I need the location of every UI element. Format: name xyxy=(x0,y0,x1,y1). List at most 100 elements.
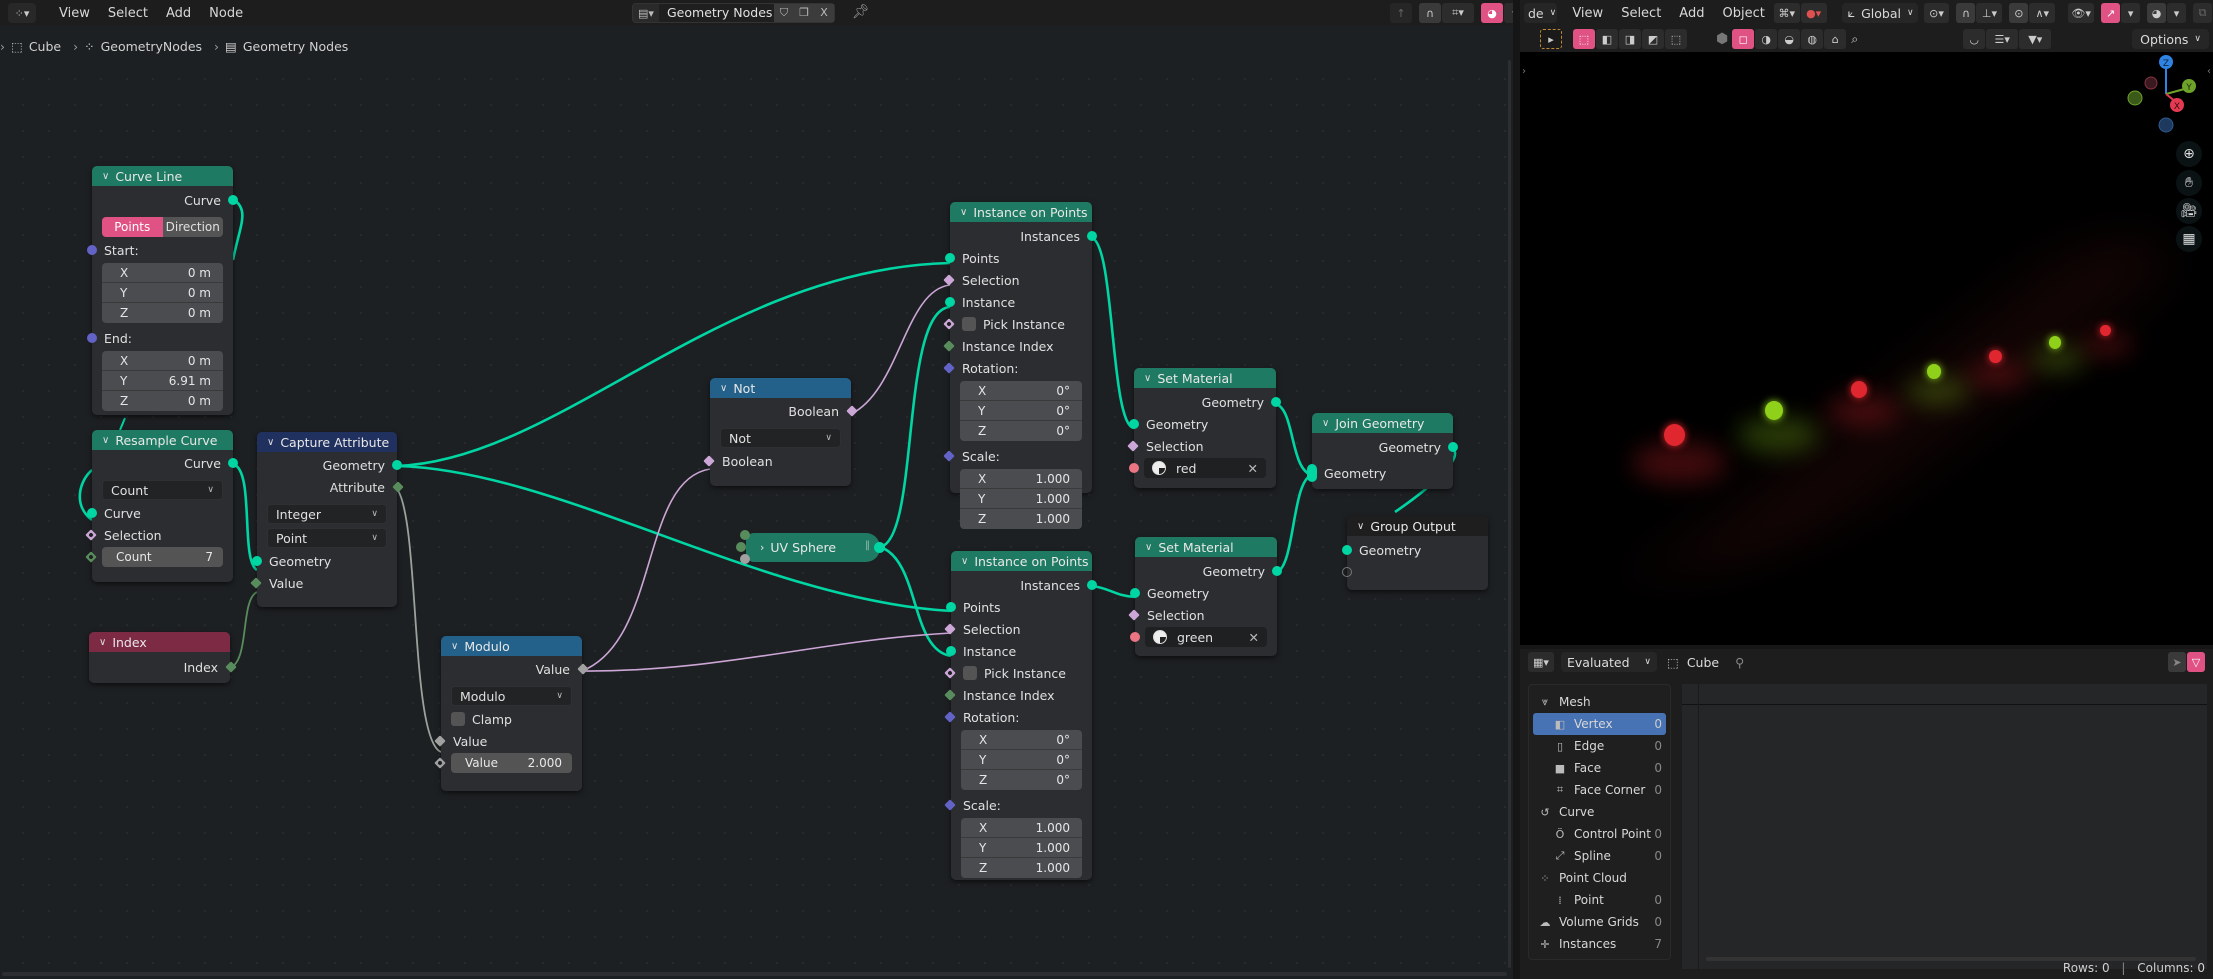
pick-instance-checkbox[interactable] xyxy=(962,317,976,331)
shield-icon[interactable]: ⛉ xyxy=(774,4,794,22)
vertical-scrollbar[interactable] xyxy=(1508,60,1511,968)
end-y-field[interactable]: Y 6.91 m xyxy=(102,371,223,391)
start-y-field[interactable]: Y0 m xyxy=(102,283,223,303)
select-new-icon[interactable]: ⬚ xyxy=(1573,29,1595,49)
start-z-field[interactable]: Z0 m xyxy=(102,303,223,323)
snap-icon[interactable]: ∩ xyxy=(1956,3,1976,23)
output-geometry-socket[interactable] xyxy=(392,460,402,470)
domain-item-face[interactable]: ■ Face 0 xyxy=(1529,757,1670,779)
viewport-search-input[interactable]: ⌕ xyxy=(1847,29,1958,49)
output-geometry-socket[interactable] xyxy=(1272,566,1282,576)
collapse-chevron-icon[interactable]: ∨ xyxy=(102,435,109,446)
clear-material-icon[interactable]: ✕ xyxy=(1248,461,1258,476)
node-header[interactable]: ∨ Not xyxy=(710,378,851,398)
output-mesh-socket[interactable] xyxy=(874,542,885,553)
input-segments-socket[interactable] xyxy=(740,530,750,540)
rotation-x-field[interactable]: X 0° xyxy=(960,381,1082,401)
collapse-chevron-icon[interactable]: ∨ xyxy=(960,207,967,218)
domain-item-edge[interactable]: ▯ Edge 0 xyxy=(1529,735,1670,757)
input-curve-socket[interactable] xyxy=(87,508,97,518)
menu-view[interactable]: View xyxy=(50,6,99,21)
snap-icon[interactable]: ∩ xyxy=(1419,3,1441,23)
collapse-chevron-icon[interactable]: ∨ xyxy=(451,641,458,652)
collapse-arrow-icon[interactable]: ‹ xyxy=(1498,8,1502,19)
menu-add[interactable]: Add xyxy=(1670,6,1713,21)
output-instances-socket[interactable] xyxy=(1087,580,1097,590)
scale-y-field[interactable]: Y 1.000 xyxy=(961,838,1082,858)
spreadsheet-table[interactable] xyxy=(1682,684,2207,969)
node-header[interactable]: ∨ Set Material xyxy=(1134,368,1276,388)
input-instance-socket[interactable] xyxy=(945,297,955,307)
gizmo-toggle-icon[interactable]: ↗ xyxy=(2101,3,2121,23)
breadcrumb-item[interactable]: Geometry Nodes xyxy=(243,39,348,54)
pan-hand-icon[interactable]: ✋︎ xyxy=(2176,170,2202,196)
parent-node-tree-icon[interactable]: ↑ xyxy=(1390,3,1412,23)
pivot-point-icon[interactable]: ⊙▾ xyxy=(1923,3,1950,23)
editor-type-button[interactable]: ⁘▾ xyxy=(8,3,36,23)
shading-material-icon[interactable]: ◒ xyxy=(1778,29,1801,49)
gizmo-dropdown-icon[interactable]: ▾ xyxy=(2121,3,2141,23)
input-geometry-socket[interactable] xyxy=(1129,419,1139,429)
input-end-socket[interactable] xyxy=(87,333,97,343)
output-geometry-socket[interactable] xyxy=(1271,397,1281,407)
select-extend-icon[interactable]: ◧ xyxy=(1596,29,1618,49)
output-geometry-socket[interactable] xyxy=(1448,442,1458,452)
empty-socket[interactable] xyxy=(1342,567,1352,577)
rotation-y-field[interactable]: Y 0° xyxy=(961,750,1082,770)
select-tool-icon[interactable]: ▸ xyxy=(1540,29,1562,49)
copy-icon[interactable]: ❐ xyxy=(794,4,814,22)
pin-icon[interactable]: 📌︎ xyxy=(852,4,870,20)
node-index[interactable]: ∨ Index Index xyxy=(89,632,237,683)
shading-rendered-icon[interactable]: ◍ xyxy=(1801,29,1824,49)
domain-item-curve[interactable]: ↺ Curve xyxy=(1529,801,1670,823)
node-instance-on-points-2[interactable]: ∨ Instance on Points Instances Points Sel… xyxy=(944,551,1097,880)
output-instances-socket[interactable] xyxy=(1087,231,1097,241)
start-x-field[interactable]: X0 m xyxy=(102,263,223,283)
transform-orientation-dropdown[interactable]: ⟀ Global ∨ xyxy=(1841,3,1918,23)
resample-mode-dropdown[interactable]: Count ∨ xyxy=(102,480,223,500)
input-geometry-socket[interactable] xyxy=(1342,545,1352,555)
node-group-output[interactable]: ∨ Group Output Geometry xyxy=(1342,516,1488,590)
node-tree-name-field[interactable]: Geometry Nodes xyxy=(659,4,774,22)
node-header[interactable]: ∨ Index xyxy=(89,632,230,652)
material-field[interactable]: green ✕ xyxy=(1145,627,1267,647)
node-modulo[interactable]: ∨ Modulo Value Modulo ∨ Clamp Value Value 2… xyxy=(434,636,589,791)
domain-item-point[interactable]: ⁞ Point 0 xyxy=(1529,889,1670,911)
node-curve-line[interactable]: ∨ Curve Line Curve Points Direction Start… xyxy=(87,166,238,415)
node-header[interactable]: ∨ Join Geometry xyxy=(1312,413,1453,433)
proportional-edit-icon[interactable]: ⊙ xyxy=(2009,3,2029,23)
rotation-z-field[interactable]: Z 0° xyxy=(960,421,1082,441)
menu-object[interactable]: Object xyxy=(1713,6,1773,21)
math-operation-dropdown[interactable]: Modulo ∨ xyxy=(451,686,572,706)
spreadsheet-editor-type-icon[interactable]: ▦▾ xyxy=(1528,652,1554,672)
data-type-dropdown[interactable]: Integer ∨ xyxy=(267,504,387,524)
input-points-socket[interactable] xyxy=(945,253,955,263)
menu-view[interactable]: View xyxy=(1563,6,1612,21)
input-material-socket[interactable] xyxy=(1130,632,1140,642)
drag-handle-icon[interactable]: ‖ xyxy=(865,540,870,551)
material-slot-icon[interactable]: ●▾ xyxy=(1800,3,1827,23)
pin-icon[interactable]: ⚲ xyxy=(1735,655,1744,670)
output-curve-socket[interactable] xyxy=(228,458,238,468)
collapse-chevron-icon[interactable]: ∨ xyxy=(720,383,727,394)
overlay-dropdown-icon[interactable]: ▾ xyxy=(2167,3,2187,23)
node-join-geometry[interactable]: ∨ Join Geometry Geometry Geometry xyxy=(1307,413,1458,489)
input-geometry-multi-socket[interactable] xyxy=(1307,464,1317,482)
horizontal-scrollbar[interactable] xyxy=(2,972,1507,976)
input-geometry-socket[interactable] xyxy=(252,556,262,566)
collapse-chevron-icon[interactable]: ∨ xyxy=(1357,521,1364,532)
domain-item-volume-grids[interactable]: ☁︎ Volume Grids 0 xyxy=(1529,911,1670,933)
hierarchy-icon[interactable]: ☰▾ xyxy=(1986,29,2019,49)
node-set-material-green[interactable]: ∨ Set Material Geometry Geometry Selectio… xyxy=(1128,537,1282,656)
mode-dropdown[interactable]: de ∨ xyxy=(1524,3,1558,23)
selected-only-icon[interactable]: ➤ xyxy=(2168,652,2186,672)
close-icon[interactable]: X xyxy=(814,4,834,22)
filter-icon[interactable]: ▼▾ xyxy=(2019,29,2052,49)
falloff-icon[interactable]: ∧▾ xyxy=(2029,3,2056,23)
menu-select[interactable]: Select xyxy=(99,6,157,21)
domain-item-instances[interactable]: ✛ Instances 7 xyxy=(1529,933,1670,955)
input-geometry-socket[interactable] xyxy=(1130,588,1140,598)
snap-target-icon[interactable]: ⊥▾ xyxy=(1976,3,2003,23)
rotation-x-field[interactable]: X 0° xyxy=(961,730,1082,750)
node-header[interactable]: ∨ Resample Curve xyxy=(92,430,233,450)
